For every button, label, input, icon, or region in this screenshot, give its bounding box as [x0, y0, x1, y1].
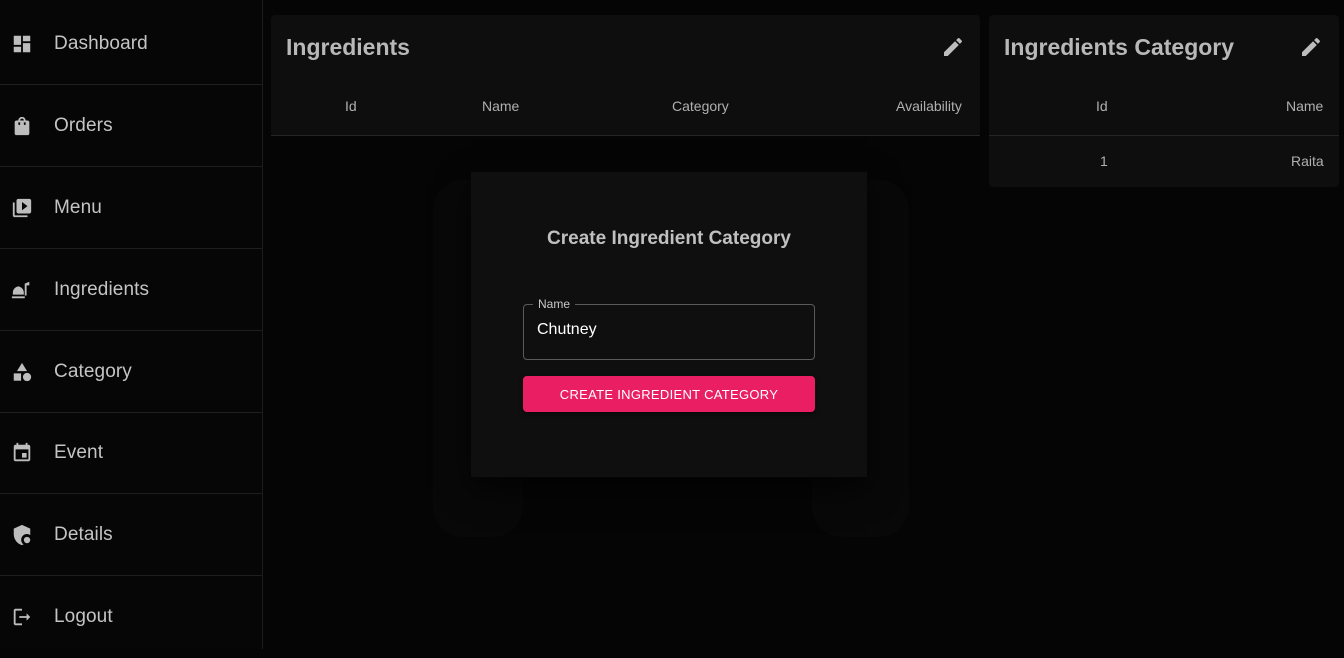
sidebar-item-dashboard[interactable]: Dashboard [0, 3, 262, 85]
edit-icon[interactable] [1299, 35, 1323, 59]
sidebar-item-label: Orders [54, 114, 113, 136]
sidebar-item-label: Category [54, 360, 132, 382]
dashboard-icon [10, 32, 34, 56]
sidebar-item-category[interactable]: Category [0, 331, 262, 413]
logout-icon [10, 605, 34, 629]
event-icon [10, 441, 34, 465]
shopping-bag-icon [10, 114, 34, 138]
menu-book-icon [10, 196, 34, 220]
sidebar-item-label: Ingredients [54, 278, 150, 300]
sidebar-item-details[interactable]: Details [0, 494, 262, 576]
sidebar-item-label: Dashboard [54, 32, 148, 54]
table-cell-name: Raita [1291, 153, 1324, 169]
ingredients-category-panel: Ingredients Category Id Name 1 Raita [989, 15, 1339, 187]
table-header-divider [271, 135, 980, 136]
sidebar-item-menu[interactable]: Menu [0, 167, 262, 249]
sidebar-item-label: Menu [54, 196, 102, 218]
sidebar-item-ingredients[interactable]: Ingredients [0, 249, 262, 331]
sidebar-item-label: Details [54, 523, 113, 545]
dialog-title: Create Ingredient Category [547, 228, 791, 249]
table-cell-id: 1 [1100, 153, 1108, 169]
sidebar-item-event[interactable]: Event [0, 412, 262, 494]
column-header-availability[interactable]: Availability [896, 98, 962, 114]
name-field[interactable]: Name [523, 297, 815, 360]
sidebar: Dashboard Orders Menu Ingredients Catego… [0, 0, 263, 649]
sidebar-item-label: Logout [54, 606, 113, 627]
category-icon [10, 360, 34, 384]
ingredients-panel-title: Ingredients [286, 34, 410, 60]
edit-icon[interactable] [941, 35, 965, 59]
column-header-name[interactable]: Name [1286, 98, 1323, 114]
column-header-name[interactable]: Name [482, 98, 519, 114]
sidebar-item-label: Event [54, 441, 104, 463]
name-field-label: Name [533, 297, 576, 311]
shield-icon [10, 523, 34, 547]
column-header-id[interactable]: Id [1096, 98, 1108, 114]
ingredients-panel: Ingredients Id Name Category Availabilit… [271, 15, 980, 136]
ingredients-category-panel-title: Ingredients Category [1004, 34, 1235, 60]
create-ingredient-category-dialog: Create Ingredient Category Name CREATE I… [471, 172, 867, 477]
ingredients-icon [10, 278, 34, 302]
create-ingredient-category-button[interactable]: CREATE INGREDIENT CATEGORY [523, 376, 815, 412]
column-header-category[interactable]: Category [672, 98, 729, 114]
column-header-id[interactable]: Id [345, 98, 357, 114]
name-input[interactable] [537, 321, 797, 339]
sidebar-item-orders[interactable]: Orders [0, 85, 262, 167]
table-header-divider [989, 135, 1339, 136]
sidebar-item-logout[interactable]: Logout [0, 576, 262, 658]
